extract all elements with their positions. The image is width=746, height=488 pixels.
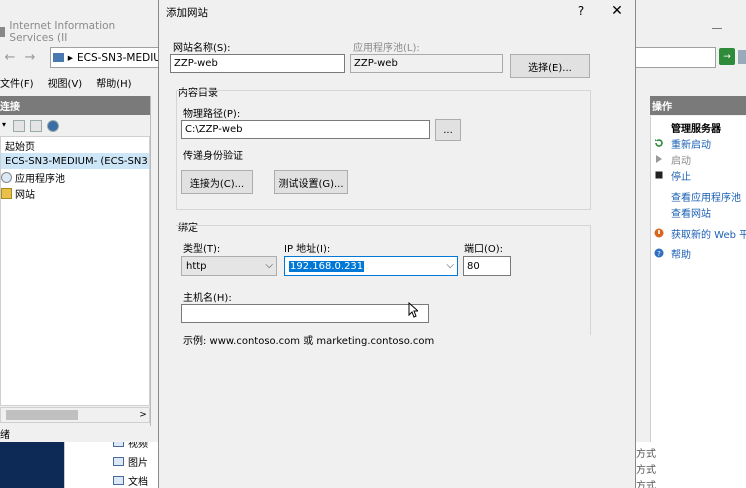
action-start[interactable]: 启动 <box>671 152 691 167</box>
browse-button[interactable]: ... <box>435 119 461 141</box>
ip-address-value: 192.168.0.231 <box>289 260 365 272</box>
ip-address-label: IP 地址(I): <box>284 244 331 255</box>
scrollbar-thumb[interactable] <box>6 410 78 420</box>
action-view-app-pools[interactable]: 查看应用程序池 <box>671 189 741 204</box>
dialog-title: 添加网站 <box>166 6 208 19</box>
tree-node-server[interactable]: ECS-SN3-MEDIUM- (ECS-SN3 <box>1 153 149 169</box>
port-label: 端口(O): <box>464 244 504 255</box>
tree-node-app-pools[interactable]: 应用程序池 <box>1 169 65 185</box>
site-name-label: 网站名称(S): <box>173 43 231 54</box>
chevron-down-icon: ⌵ <box>265 260 273 271</box>
menu-file[interactable]: 文件(F) <box>0 75 34 90</box>
type-select[interactable]: http ⌵ <box>181 256 277 276</box>
connections-tree: 起始页 ECS-SN3-MEDIUM- (ECS-SN3 应用程序池 网站 <box>0 136 150 406</box>
list-cell: 方式 <box>636 449 656 460</box>
test-settings-button[interactable]: 测试设置(G)... <box>274 170 348 194</box>
sites-folder-icon <box>1 187 12 199</box>
hostname-label: 主机名(H): <box>183 293 232 304</box>
server-icon <box>53 53 64 62</box>
minimize-icon[interactable] <box>712 28 722 29</box>
back-arrow-icon[interactable]: ← <box>0 47 20 67</box>
chevron-down-icon: ⌵ <box>446 260 454 271</box>
connect-dropdown-icon[interactable]: ▾ <box>2 120 8 132</box>
explorer-item-label: 图片 <box>128 457 148 469</box>
forward-arrow-icon[interactable]: → <box>20 47 40 67</box>
site-name-input[interactable]: ZZP-web <box>170 54 345 73</box>
actions-header: 操作 <box>650 96 746 115</box>
app-pool-label: 应用程序池(L): <box>353 43 420 54</box>
help-toolbar-icon[interactable] <box>738 50 746 64</box>
address-text: ECS-SN3-MEDIU <box>77 51 161 64</box>
document-folder-icon <box>113 475 124 485</box>
iis-address-box[interactable]: ▸ ECS-SN3-MEDIU <box>50 47 162 68</box>
help-icon: ? <box>654 248 664 258</box>
scroll-right-arrow-icon[interactable]: > <box>137 407 149 423</box>
picture-folder-icon <box>113 456 124 466</box>
svg-text:?: ? <box>657 250 661 258</box>
action-restart[interactable]: 重新启动 <box>671 136 711 151</box>
connections-header-label: 连接 <box>0 102 20 113</box>
web-platform-icon <box>654 228 664 238</box>
up-icon[interactable] <box>30 120 42 132</box>
app-pool-field: ZZP-web <box>350 54 503 73</box>
iis-title-text: Internet Information Services (II <box>9 20 116 44</box>
restart-icon <box>655 139 663 147</box>
iis-window-title: Internet Information Services (II <box>0 20 160 44</box>
port-input[interactable]: 80 <box>463 256 511 276</box>
connect-icon[interactable] <box>47 120 59 132</box>
tree-node-label: 网站 <box>15 189 35 201</box>
action-view-sites[interactable]: 查看网站 <box>671 205 711 220</box>
start-icon <box>656 155 662 163</box>
file-explorer-fragment: 视频 图片 文档 <box>64 437 164 488</box>
connect-as-button[interactable]: 连接为(C)... <box>181 170 253 194</box>
iis-menu-bar: 文件(F) 视图(V) 帮助(H) <box>0 73 165 92</box>
explorer-item-documents[interactable]: 文档 <box>113 472 148 488</box>
menu-help[interactable]: 帮助(H) <box>96 75 131 90</box>
connections-header: 连接 <box>0 96 150 115</box>
go-icon[interactable]: → <box>719 48 735 65</box>
explorer-item-label: 文档 <box>128 476 148 488</box>
stop-icon <box>655 171 663 179</box>
mouse-cursor-icon <box>408 302 418 318</box>
physical-path-label: 物理路径(P): <box>183 109 241 120</box>
background-list-fragment: 方式 方式 方式 <box>636 442 746 488</box>
physical-path-input[interactable]: C:\ZZP-web <box>181 120 430 139</box>
menu-view[interactable]: 视图(V) <box>48 75 83 90</box>
desktop-background <box>0 440 64 488</box>
dialog-close-icon[interactable]: ✕ <box>608 3 626 19</box>
dialog-help-icon[interactable]: ? <box>574 3 588 19</box>
tree-node-label: 起始页 <box>5 141 35 153</box>
explorer-item-pictures[interactable]: 图片 <box>113 453 148 469</box>
actions-panel: 管理服务器 重新启动 启动 停止 查看应用程序池 查看网站 获取新的 Web 平… <box>650 116 746 442</box>
action-manage-server-heading: 管理服务器 <box>671 124 721 135</box>
tree-node-sites[interactable]: 网站 <box>1 185 35 201</box>
action-help[interactable]: 帮助 <box>671 246 691 261</box>
hostname-input[interactable] <box>181 304 429 323</box>
action-stop[interactable]: 停止 <box>671 168 691 183</box>
tree-node-label: ECS-SN3-MEDIUM- (ECS-SN3 <box>5 155 148 167</box>
tree-node-label: 应用程序池 <box>15 173 65 185</box>
breadcrumb-chevron-icon: ▸ <box>67 51 74 64</box>
connections-toolbar: ▾ <box>0 116 150 136</box>
iis-status-bar: 绪 <box>0 425 160 442</box>
app-pool-icon <box>1 171 12 183</box>
status-text: 绪 <box>0 430 10 441</box>
type-select-value: http <box>186 260 207 272</box>
ip-address-select[interactable]: 192.168.0.231 ⌵ <box>284 256 458 276</box>
list-cell: 方式 <box>636 481 656 488</box>
iis-app-icon <box>0 27 6 37</box>
pane-splitter[interactable] <box>150 96 158 426</box>
pass-through-auth-label: 传递身份验证 <box>183 151 243 162</box>
hostname-example-text: 示例: www.contoso.com 或 marketing.contoso.… <box>183 336 435 347</box>
save-icon[interactable] <box>13 120 25 132</box>
tree-node-start-page[interactable]: 起始页 <box>5 137 35 153</box>
select-app-pool-button[interactable]: 选择(E)... <box>510 54 590 78</box>
address-box-right[interactable] <box>636 47 716 68</box>
type-label: 类型(T): <box>183 244 221 255</box>
list-cell: 方式 <box>636 465 656 476</box>
action-get-web-platform[interactable]: 获取新的 Web 平 <box>671 226 746 241</box>
actions-header-label: 操作 <box>652 102 672 113</box>
